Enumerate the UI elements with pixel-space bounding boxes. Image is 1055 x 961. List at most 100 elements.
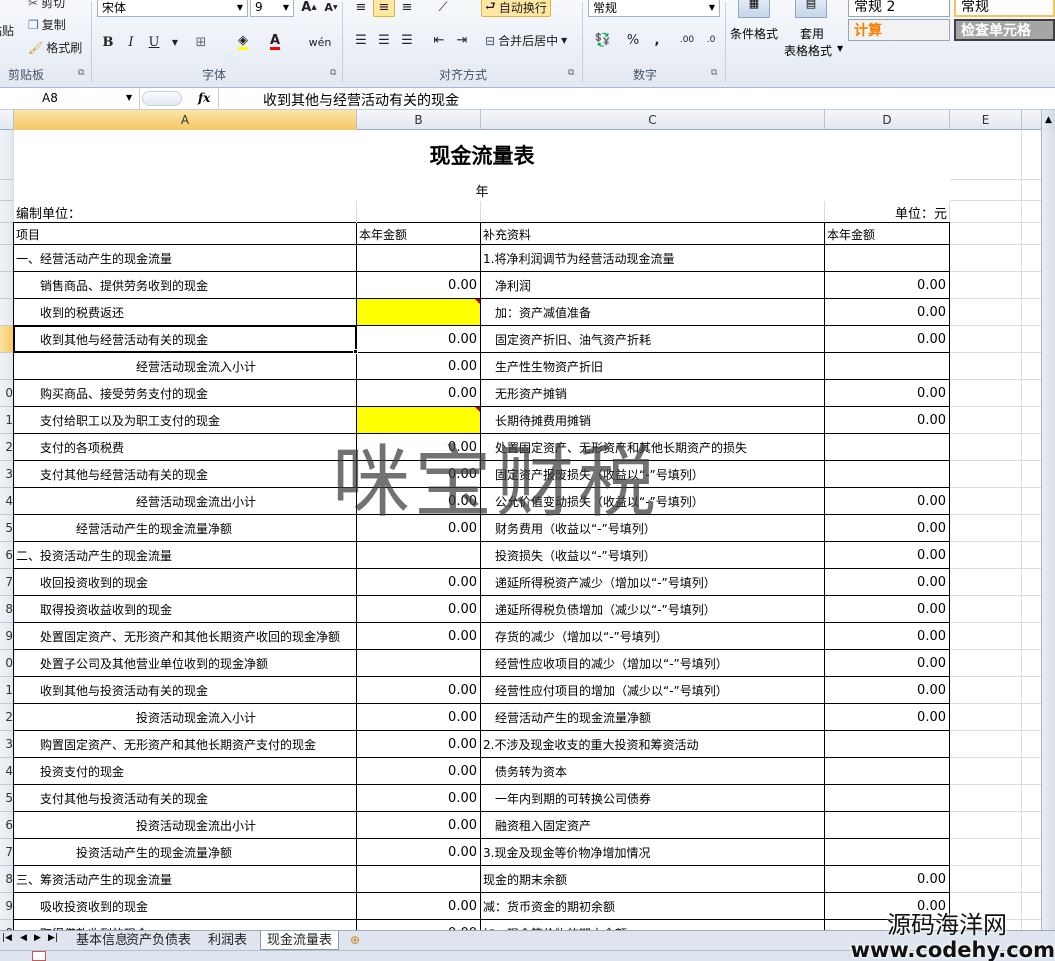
row-header[interactable] [0, 180, 14, 201]
row-header[interactable]: 2 [0, 704, 14, 731]
decrease-decimal-icon[interactable]: .0 [700, 30, 722, 50]
vertical-scrollbar[interactable]: ▲ [1041, 110, 1055, 130]
amount-cell[interactable]: 0.00 [357, 515, 481, 542]
row-header[interactable]: 2 [0, 434, 14, 461]
clipboard-launcher-icon[interactable]: ⧉ [78, 68, 84, 78]
amount-cell[interactable]: 0.00 [357, 488, 481, 515]
orientation-icon[interactable]: ⟋ [432, 0, 454, 17]
first-sheet-icon[interactable]: |◀ [2, 933, 12, 943]
row-header[interactable]: 7 [0, 839, 14, 866]
font-size-select[interactable]: 9 ▼ [250, 0, 294, 17]
amount-cell[interactable] [357, 542, 481, 569]
amount-cell[interactable]: 0.00 [357, 569, 481, 596]
amount-cell-2[interactable]: 0.00 [825, 542, 950, 569]
column-header-a[interactable]: A [14, 110, 357, 130]
font-name-select[interactable]: 宋体 ▼ [97, 0, 248, 17]
row-header[interactable]: 0 [0, 650, 14, 677]
shrink-font-icon[interactable]: A ▼ [320, 0, 342, 17]
amount-cell[interactable] [357, 650, 481, 677]
amount-cell-2[interactable] [825, 839, 950, 866]
amount-cell[interactable]: 0.00 [357, 326, 481, 353]
align-left-icon[interactable]: ☰ [350, 30, 372, 50]
row-header[interactable] [0, 272, 14, 299]
font-launcher-icon[interactable]: ⧉ [330, 68, 336, 78]
amount-cell-2[interactable]: 0.00 [825, 407, 950, 434]
copy-button[interactable]: ❐ 复制 [28, 16, 66, 33]
last-sheet-icon[interactable]: ▶| [48, 933, 58, 943]
amount-cell-2[interactable] [825, 245, 950, 272]
amount-cell-2[interactable]: 0.00 [825, 650, 950, 677]
style-calc[interactable]: 计算 [848, 19, 950, 41]
row-header[interactable] [0, 326, 14, 353]
increase-decimal-icon[interactable]: .00 [676, 30, 698, 50]
style-check-cell[interactable]: 检查单元格 [954, 19, 1055, 41]
amount-cell-2[interactable]: 0.00 [825, 596, 950, 623]
amount-cell-2[interactable] [825, 812, 950, 839]
chevron-down-icon[interactable]: ▼ [837, 44, 843, 53]
row-header[interactable] [0, 353, 14, 380]
amount-cell[interactable] [357, 866, 481, 893]
comma-button[interactable]: , [646, 30, 668, 50]
fill-color-icon[interactable]: ◈ [232, 32, 254, 52]
row-header[interactable]: 4 [0, 758, 14, 785]
amount-cell[interactable] [357, 299, 481, 326]
sheet-tab-balance[interactable]: 资产负债表 [120, 931, 197, 950]
row-header[interactable]: 9 [0, 623, 14, 650]
amount-cell-2[interactable]: 0.00 [825, 893, 950, 920]
column-header-c[interactable]: C [481, 110, 825, 130]
row-header[interactable]: 8 [0, 596, 14, 623]
row-header[interactable]: 4 [0, 488, 14, 515]
row-header[interactable]: 3 [0, 731, 14, 758]
row-header[interactable]: 6 [0, 812, 14, 839]
macro-record-icon[interactable] [32, 951, 46, 961]
align-top-icon[interactable]: ≡ [350, 0, 372, 17]
italic-button[interactable]: I [120, 32, 142, 52]
amount-cell[interactable]: 0.00 [357, 353, 481, 380]
row-header[interactable] [0, 245, 14, 272]
amount-cell[interactable]: 0.00 [357, 893, 481, 920]
amount-cell-2[interactable] [825, 758, 950, 785]
amount-cell[interactable]: 0.00 [357, 434, 481, 461]
formula-input[interactable]: 收到其他与经营活动有关的现金 [218, 88, 1055, 109]
merge-center-button[interactable]: ⊟ 合并后居中 ▼ [485, 32, 567, 49]
wrap-text-button[interactable]: ⮐ 自动换行 [481, 0, 551, 17]
amount-cell[interactable]: 0.00 [357, 704, 481, 731]
vertical-scrollbar-track[interactable] [1041, 130, 1055, 930]
amount-cell[interactable] [357, 245, 481, 272]
column-header-e[interactable]: E [950, 110, 1022, 130]
amount-cell-2[interactable] [825, 731, 950, 758]
amount-cell-2[interactable]: 0.00 [825, 488, 950, 515]
amount-cell[interactable]: 0.00 [357, 785, 481, 812]
row-header[interactable]: 5 [0, 515, 14, 542]
currency-icon[interactable]: 💱 [590, 30, 616, 50]
amount-cell-2[interactable]: 0.00 [825, 866, 950, 893]
sheet-tab-cashflow[interactable]: 现金流量表 [260, 931, 340, 950]
row-header[interactable]: 5 [0, 785, 14, 812]
format-painter-button[interactable]: 🖌 格式刷 [28, 39, 82, 56]
row-header[interactable]: 9 [0, 893, 14, 920]
amount-cell-2[interactable]: 0.00 [825, 380, 950, 407]
paste-button[interactable]: 粘贴 [0, 22, 14, 39]
prev-sheet-icon[interactable]: ◀ [20, 933, 27, 943]
alignment-launcher-icon[interactable]: ⧉ [568, 68, 574, 78]
row-header[interactable] [0, 299, 14, 326]
active-cell-outline[interactable] [13, 325, 357, 353]
amount-cell-2[interactable] [825, 353, 950, 380]
row-header[interactable]: 8 [0, 866, 14, 893]
underline-button[interactable]: U [143, 32, 165, 52]
amount-cell[interactable] [357, 407, 481, 434]
decrease-indent-icon[interactable]: ⇤ [428, 30, 450, 50]
amount-cell-2[interactable]: 0.00 [825, 515, 950, 542]
amount-cell[interactable]: 0.00 [357, 461, 481, 488]
align-bottom-icon[interactable]: ≡ [396, 0, 418, 17]
row-header[interactable]: 7 [0, 569, 14, 596]
align-middle-icon[interactable]: ≡ [373, 0, 395, 17]
amount-cell[interactable]: 0.00 [357, 758, 481, 785]
row-header[interactable]: 3 [0, 461, 14, 488]
amount-cell[interactable]: 0.00 [357, 272, 481, 299]
amount-cell-2[interactable] [825, 785, 950, 812]
table-format-icon[interactable]: ▤ [795, 0, 827, 18]
amount-cell[interactable]: 0.00 [357, 920, 481, 930]
row-header[interactable] [0, 201, 14, 223]
amount-cell[interactable]: 0.00 [357, 596, 481, 623]
